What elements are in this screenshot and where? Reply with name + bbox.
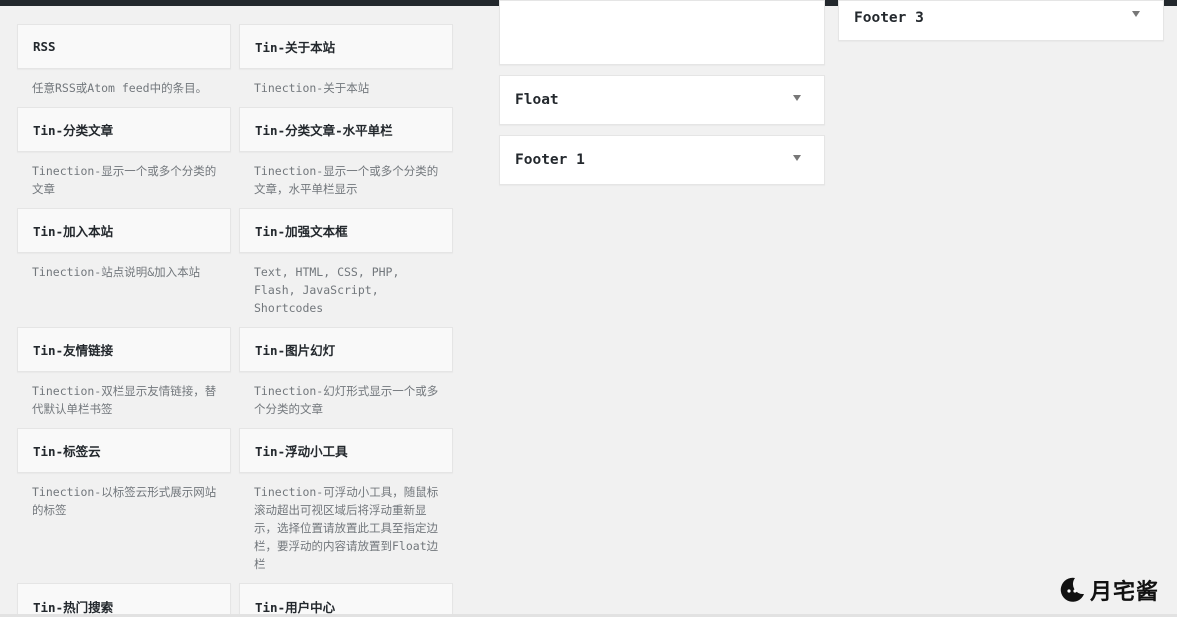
widget-tin-enhanced-text[interactable]: Tin-加强文本框 xyxy=(239,208,453,253)
widget-tin-friend-links[interactable]: Tin-友情链接 xyxy=(17,327,231,372)
widget-title: Tin-热门搜索 xyxy=(33,600,114,615)
widget-tin-about[interactable]: Tin-关于本站 xyxy=(239,24,453,69)
widget-title: Tin-分类文章-水平单栏 xyxy=(255,123,393,138)
chevron-down-icon[interactable] xyxy=(1132,11,1140,17)
widget-description: Text, HTML, CSS, PHP, Flash, JavaScript,… xyxy=(254,265,400,315)
widget-title: Tin-分类文章 xyxy=(33,123,114,138)
sidebar-title: Float xyxy=(515,92,559,108)
widget-tin-category-posts[interactable]: Tin-分类文章 xyxy=(17,107,231,152)
widget-title: Tin-浮动小工具 xyxy=(255,444,348,459)
widget-description: Tinection-幻灯形式显示一个或多个分类的文章 xyxy=(254,384,439,416)
widget-description: Tinection-双栏显示友情链接，替代默认单栏书签 xyxy=(32,384,217,416)
widget-tin-join-site[interactable]: Tin-加入本站 xyxy=(17,208,231,253)
widget-tin-category-posts-horizontal[interactable]: Tin-分类文章-水平单栏 xyxy=(239,107,453,152)
widget-description: Tinection-关于本站 xyxy=(254,81,370,95)
sidebar-footer-1[interactable]: Footer 1 xyxy=(499,135,825,185)
chevron-down-icon[interactable] xyxy=(793,155,801,161)
widget-title: Tin-图片幻灯 xyxy=(255,343,336,358)
widget-rss[interactable]: RSS xyxy=(17,24,231,69)
sidebar-float[interactable]: Float xyxy=(499,75,825,125)
widget-description: Tinection-显示一个或多个分类的文章，水平单栏显示 xyxy=(254,164,439,196)
chevron-down-icon[interactable] xyxy=(793,95,801,101)
widget-title: Tin-关于本站 xyxy=(255,40,336,55)
widget-title: Tin-用户中心 xyxy=(255,600,336,615)
widget-tin-image-slider[interactable]: Tin-图片幻灯 xyxy=(239,327,453,372)
moon-icon xyxy=(1060,577,1084,602)
sidebar-panel-expanded xyxy=(499,0,825,65)
widget-description: Tinection-站点说明&加入本站 xyxy=(32,265,201,279)
widget-description: 任意RSS或Atom feed中的条目。 xyxy=(32,81,208,95)
sidebar-title: Footer 1 xyxy=(515,152,585,168)
widget-description: Tinection-以标签云形式展示网站的标签 xyxy=(32,485,217,517)
widget-title: Tin-友情链接 xyxy=(33,343,114,358)
sidebar-title: Footer 3 xyxy=(854,10,924,26)
widget-tin-user-center[interactable]: Tin-用户中心 xyxy=(239,583,453,617)
watermark-logo: 月宅酱 xyxy=(1058,575,1159,605)
watermark-text: 月宅酱 xyxy=(1090,580,1160,605)
widget-tin-floating[interactable]: Tin-浮动小工具 xyxy=(239,428,453,473)
widget-tin-hot-search[interactable]: Tin-热门搜索 xyxy=(17,583,231,617)
widget-tin-tag-cloud[interactable]: Tin-标签云 xyxy=(17,428,231,473)
widget-title: Tin-加入本站 xyxy=(33,224,114,239)
widget-title: Tin-标签云 xyxy=(33,444,101,459)
widget-description: Tinection-显示一个或多个分类的文章 xyxy=(32,164,217,196)
widget-title: RSS xyxy=(33,39,56,54)
widget-description: Tinection-可浮动小工具，随鼠标滚动超出可视区域后将浮动重新显示，选择位… xyxy=(254,485,439,571)
sidebar-footer-3[interactable]: Footer 3 xyxy=(838,0,1164,41)
widget-title: Tin-加强文本框 xyxy=(255,224,348,239)
